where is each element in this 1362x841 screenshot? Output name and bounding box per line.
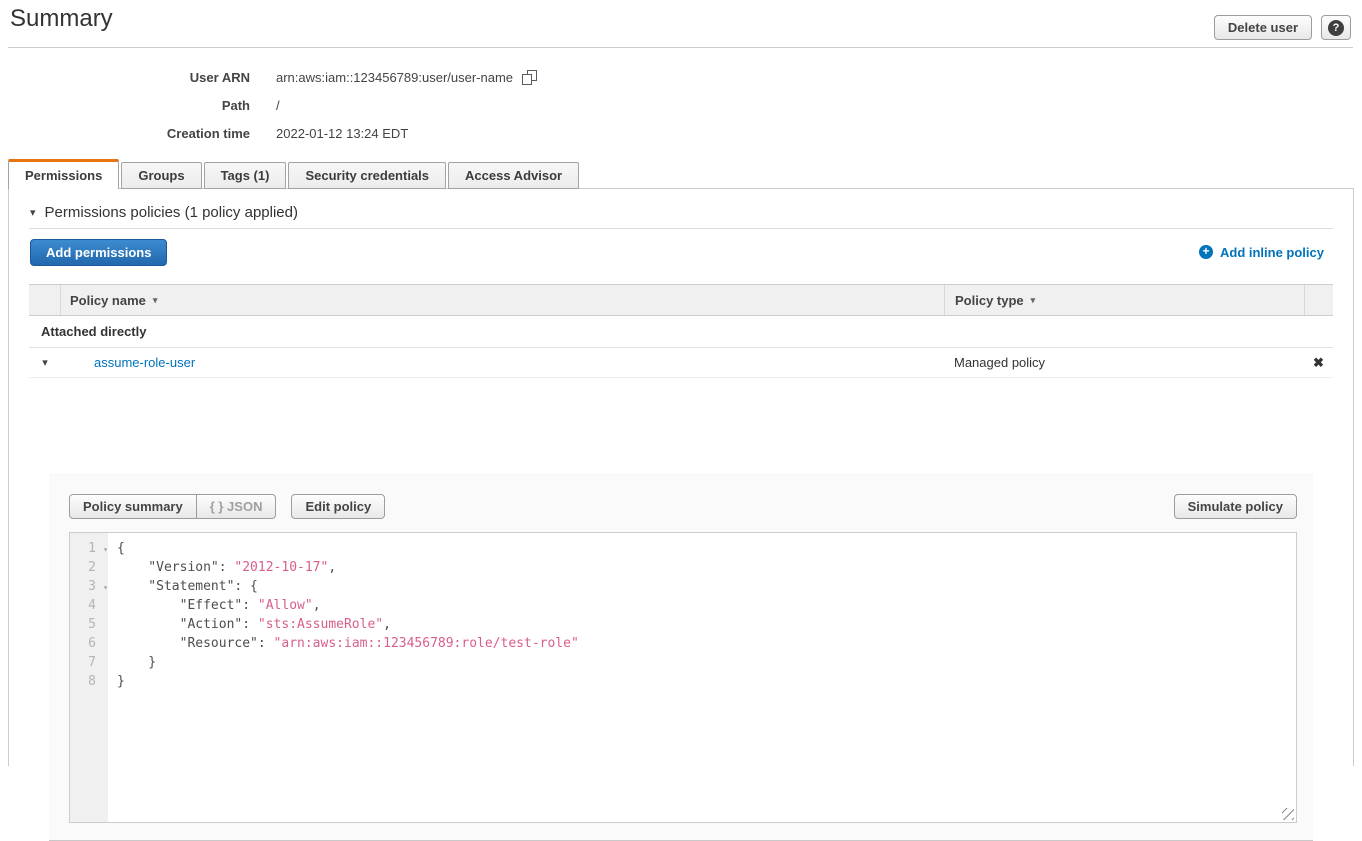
policy-actions-row: Add permissions + Add inline policy (30, 238, 1324, 266)
code-line: 3▾ "Statement": { (70, 577, 1296, 596)
permissions-tab-panel: ▾ Permissions policies (1 policy applied… (8, 188, 1354, 766)
tab-groups[interactable]: Groups (121, 162, 201, 189)
field-row-path: Path / (0, 91, 537, 119)
fold-caret-icon[interactable]: ▾ (103, 540, 108, 559)
code-line: 6 "Resource": "arn:aws:iam::123456789:ro… (70, 634, 1296, 653)
line-number: 4 (88, 598, 96, 613)
policy-json-editor[interactable]: 1▾ { 2 "Version": "2012-10-17", 3▾ "Stat… (69, 532, 1297, 823)
group-row-attached-directly: Attached directly (29, 316, 1333, 348)
help-icon: ? (1328, 20, 1344, 36)
row-expand-caret[interactable]: ▾ (29, 348, 61, 377)
help-button[interactable]: ? (1321, 15, 1351, 40)
plus-circle-icon: + (1199, 245, 1213, 259)
delete-user-button[interactable]: Delete user (1214, 15, 1312, 40)
header-end-column (1304, 285, 1333, 315)
line-number: 8 (88, 674, 96, 689)
table-row: ▾ assume-role-user Managed policy ✖ (29, 348, 1333, 378)
path-label: Path (0, 98, 250, 113)
policy-detail-area: Policy summary { } JSON Edit policy Simu… (49, 473, 1313, 841)
add-inline-policy-label: Add inline policy (1220, 245, 1324, 260)
simulate-policy-button[interactable]: Simulate policy (1174, 494, 1297, 519)
line-number: 7 (88, 655, 96, 670)
fold-caret-icon[interactable]: ▾ (103, 578, 108, 597)
section-divider (29, 228, 1333, 229)
policy-name-header-label: Policy name (70, 293, 146, 308)
tab-tags[interactable]: Tags (1) (204, 162, 287, 189)
policy-type-header-label: Policy type (955, 293, 1024, 308)
edit-policy-button[interactable]: Edit policy (291, 494, 385, 519)
policy-table-header: Policy name ▾ Policy type ▾ (29, 284, 1333, 316)
line-number: 3 (88, 579, 96, 594)
header-caret-column (29, 285, 61, 315)
creation-time-value: 2022-01-12 13:24 EDT (276, 126, 408, 141)
code-line: 8 } (70, 672, 1296, 691)
path-value: / (276, 98, 280, 113)
permissions-policies-section-header[interactable]: ▾ Permissions policies (1 policy applied… (30, 204, 298, 221)
code-line: 5 "Action": "sts:AssumeRole", (70, 615, 1296, 634)
detach-policy-icon[interactable]: ✖ (1313, 355, 1324, 371)
policy-table: Policy name ▾ Policy type ▾ Attached dir… (29, 284, 1333, 378)
copy-icon[interactable] (522, 70, 537, 85)
policy-detail-buttons: Policy summary { } JSON Edit policy Simu… (69, 493, 1297, 520)
section-caret-down-icon: ▾ (30, 206, 36, 219)
sort-caret-icon: ▾ (1031, 295, 1036, 306)
page-title: Summary (10, 5, 113, 33)
json-view-button[interactable]: { } JSON (196, 494, 277, 519)
tab-access-advisor[interactable]: Access Advisor (448, 162, 579, 189)
code-line: 4 "Effect": "Allow", (70, 596, 1296, 615)
tab-security-credentials[interactable]: Security credentials (288, 162, 446, 189)
field-row-creation-time: Creation time 2022-01-12 13:24 EDT (0, 119, 537, 147)
column-header-policy-type[interactable]: Policy type ▾ (944, 285, 1304, 315)
user-arn-label: User ARN (0, 70, 250, 85)
line-number: 5 (88, 617, 96, 632)
code-line: 2 "Version": "2012-10-17", (70, 558, 1296, 577)
title-divider (8, 47, 1353, 48)
code-line: 1▾ { (70, 539, 1296, 558)
permissions-policies-title: Permissions policies (1 policy applied) (45, 204, 298, 221)
tab-permissions[interactable]: Permissions (8, 159, 119, 189)
sort-caret-icon: ▾ (153, 295, 158, 306)
line-number: 1 (88, 541, 96, 556)
add-inline-policy-link[interactable]: + Add inline policy (1199, 245, 1324, 260)
field-row-user-arn: User ARN arn:aws:iam::123456789:user/use… (0, 63, 537, 91)
add-permissions-button[interactable]: Add permissions (30, 239, 167, 266)
header-actions: Delete user ? (1214, 15, 1351, 40)
caret-down-icon: ▾ (42, 356, 48, 369)
policy-summary-button[interactable]: Policy summary (69, 494, 197, 519)
creation-time-label: Creation time (0, 126, 250, 141)
policy-type-value: Managed policy (954, 355, 1045, 370)
line-number: 6 (88, 636, 96, 651)
policy-name-link[interactable]: assume-role-user (94, 355, 195, 370)
line-number: 2 (88, 560, 96, 575)
editor-resize-handle[interactable] (1282, 808, 1294, 820)
attached-directly-label: Attached directly (41, 324, 146, 339)
user-arn-value: arn:aws:iam::123456789:user/user-name (276, 70, 513, 85)
code-line: 7 } (70, 653, 1296, 672)
column-header-policy-name[interactable]: Policy name ▾ (61, 285, 944, 315)
summary-fields: User ARN arn:aws:iam::123456789:user/use… (0, 63, 537, 147)
tab-bar: Permissions Groups Tags (1) Security cre… (8, 159, 579, 189)
